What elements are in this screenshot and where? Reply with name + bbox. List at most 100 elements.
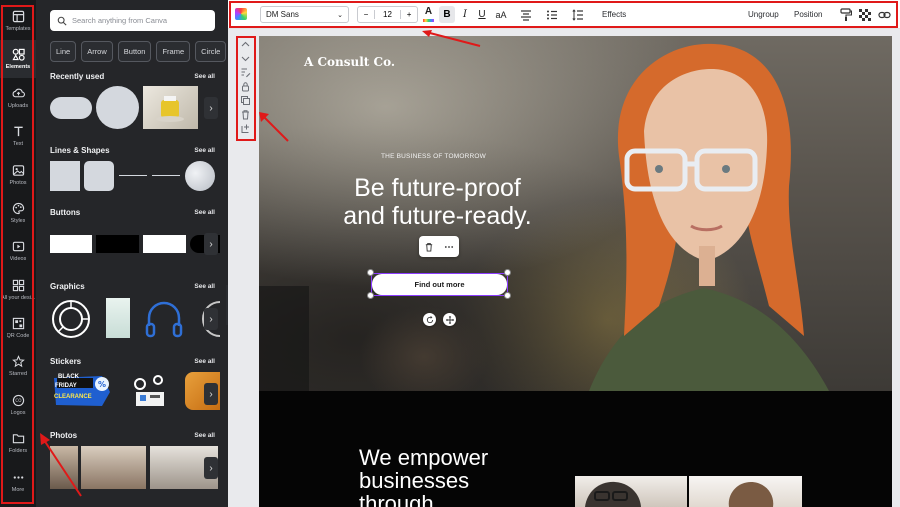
chevron-right-icon: › (209, 388, 213, 400)
lock-icon[interactable] (240, 81, 251, 92)
chip-frame[interactable]: Frame (156, 41, 191, 62)
italic-button[interactable]: I (459, 6, 471, 23)
chip-arrow[interactable]: Arrow (81, 41, 113, 62)
stickers-next-button[interactable]: › (204, 383, 218, 405)
sticker-text-clearance: CLEARANCE (54, 394, 92, 400)
see-all-graphics[interactable]: See all (194, 283, 215, 290)
chevron-down-icon[interactable] (240, 53, 251, 64)
photo-thumb-1[interactable] (50, 446, 78, 489)
graphics-next-button[interactable]: › (204, 308, 218, 330)
video-icon (12, 241, 24, 252)
section-title-buttons: Buttons (50, 208, 81, 217)
hero-tagline[interactable]: THE BUSINESS OF TOMORROW (381, 153, 486, 160)
see-all-buttons[interactable]: See all (194, 209, 215, 216)
rotate-handle[interactable] (423, 313, 436, 326)
shape-arrow-line[interactable] (152, 175, 180, 176)
search-input[interactable] (72, 16, 212, 25)
move-handle[interactable] (443, 313, 456, 326)
font-family-dropdown[interactable]: DM Sans ⌄ (260, 6, 349, 23)
buttons-next-button[interactable]: › (204, 233, 218, 255)
elements-icon (11, 48, 25, 61)
chip-button[interactable]: Button (117, 41, 152, 62)
recent-circle-shape[interactable] (96, 86, 139, 129)
rail-item-more[interactable]: More (0, 463, 36, 501)
section-photo-woman[interactable] (689, 476, 802, 507)
button-style-black[interactable] (96, 235, 139, 253)
resize-handle-bottom-left[interactable] (367, 292, 374, 299)
resize-handle-top-left[interactable] (367, 269, 374, 276)
rail-item-logos[interactable]: CO Logos (0, 386, 36, 424)
see-all-photos[interactable]: See all (194, 432, 215, 439)
underline-button[interactable]: U (476, 6, 488, 23)
sticker-people-gears[interactable] (126, 372, 174, 410)
align-center-button[interactable] (520, 8, 532, 21)
brand-logo-text[interactable]: A Consult Co. (304, 55, 395, 69)
add-page-icon[interactable] (240, 123, 251, 134)
transparency-button[interactable] (859, 8, 871, 21)
see-all-lines-shapes[interactable]: See all (194, 147, 215, 154)
spacing-button[interactable] (572, 8, 584, 21)
font-size-increase-button[interactable]: + (401, 10, 417, 19)
comment-edit-icon[interactable] (240, 67, 251, 78)
graphic-headphones[interactable] (143, 298, 185, 340)
empower-heading[interactable]: We empower businesses through (359, 446, 488, 507)
hero-headline[interactable]: Be future-proof and future-ready. (340, 174, 535, 230)
search-bar[interactable] (50, 10, 215, 31)
effects-button[interactable]: Effects (602, 0, 626, 29)
chevron-up-icon[interactable] (240, 39, 251, 50)
rail-item-starred[interactable]: Starred (0, 347, 36, 385)
see-all-stickers[interactable]: See all (194, 358, 215, 365)
photo-thumb-2[interactable] (81, 446, 146, 489)
recent-pill-shape[interactable] (50, 97, 92, 119)
see-all-recently-used[interactable]: See all (194, 73, 215, 80)
text-case-button[interactable]: aA (493, 6, 509, 23)
rail-item-folders[interactable]: Folders (0, 424, 36, 462)
font-size-decrease-button[interactable]: − (358, 10, 374, 19)
graphic-poster[interactable] (106, 298, 130, 338)
rail-label: Uploads (7, 103, 29, 109)
rail-item-elements[interactable]: Elements (0, 40, 36, 78)
duplicate-icon[interactable] (240, 95, 251, 106)
rail-item-uploads[interactable]: Uploads (0, 79, 36, 117)
chip-line[interactable]: Line (50, 41, 77, 62)
shape-line[interactable] (119, 175, 147, 176)
section-photo-man[interactable] (575, 476, 687, 507)
paint-format-button[interactable] (840, 8, 853, 21)
recent-next-button[interactable]: › (204, 97, 218, 119)
button-style-white[interactable] (50, 235, 92, 253)
shape-rounded-square[interactable] (84, 161, 114, 191)
rail-item-templates[interactable]: Templates (0, 2, 36, 40)
element-side-tools (236, 36, 256, 141)
text-color-button[interactable]: A (422, 5, 435, 24)
font-size-value[interactable]: 12 (373, 10, 402, 19)
trash-icon[interactable] (240, 109, 251, 120)
section-title-lines-shapes: Lines & Shapes (50, 146, 110, 155)
hero-dark-corner (259, 286, 309, 391)
button-style-white-2[interactable] (143, 235, 186, 253)
list-button[interactable] (546, 8, 558, 20)
more-horizontal-icon[interactable] (444, 242, 454, 252)
graphic-ring[interactable] (50, 298, 92, 340)
shape-square[interactable] (50, 161, 80, 191)
rail-label: All your desi... (1, 295, 35, 301)
ring-graphic (52, 300, 90, 338)
rail-item-photos[interactable]: Photos (0, 156, 36, 194)
photos-next-button[interactable]: › (204, 457, 218, 479)
chip-circle[interactable]: Circle (195, 41, 227, 62)
color-picker-icon[interactable] (235, 8, 247, 20)
resize-handle-top-right[interactable] (504, 269, 511, 276)
position-button[interactable]: Position (794, 0, 822, 29)
ungroup-button[interactable]: Ungroup (748, 0, 779, 29)
recent-photo-teacup[interactable] (143, 86, 198, 129)
rail-item-qr-code[interactable]: QR Code (0, 309, 36, 347)
shape-circle[interactable] (185, 161, 215, 191)
rail-item-styles[interactable]: Styles (0, 194, 36, 232)
link-button[interactable] (878, 8, 891, 20)
folder-icon (12, 434, 24, 444)
rail-item-all-designs[interactable]: All your desi... (0, 271, 36, 309)
rail-item-videos[interactable]: Videos (0, 232, 36, 270)
trash-icon[interactable] (424, 242, 434, 252)
bold-button[interactable]: B (439, 6, 455, 23)
resize-handle-bottom-right[interactable] (504, 292, 511, 299)
rail-item-text[interactable]: Text (0, 117, 36, 155)
